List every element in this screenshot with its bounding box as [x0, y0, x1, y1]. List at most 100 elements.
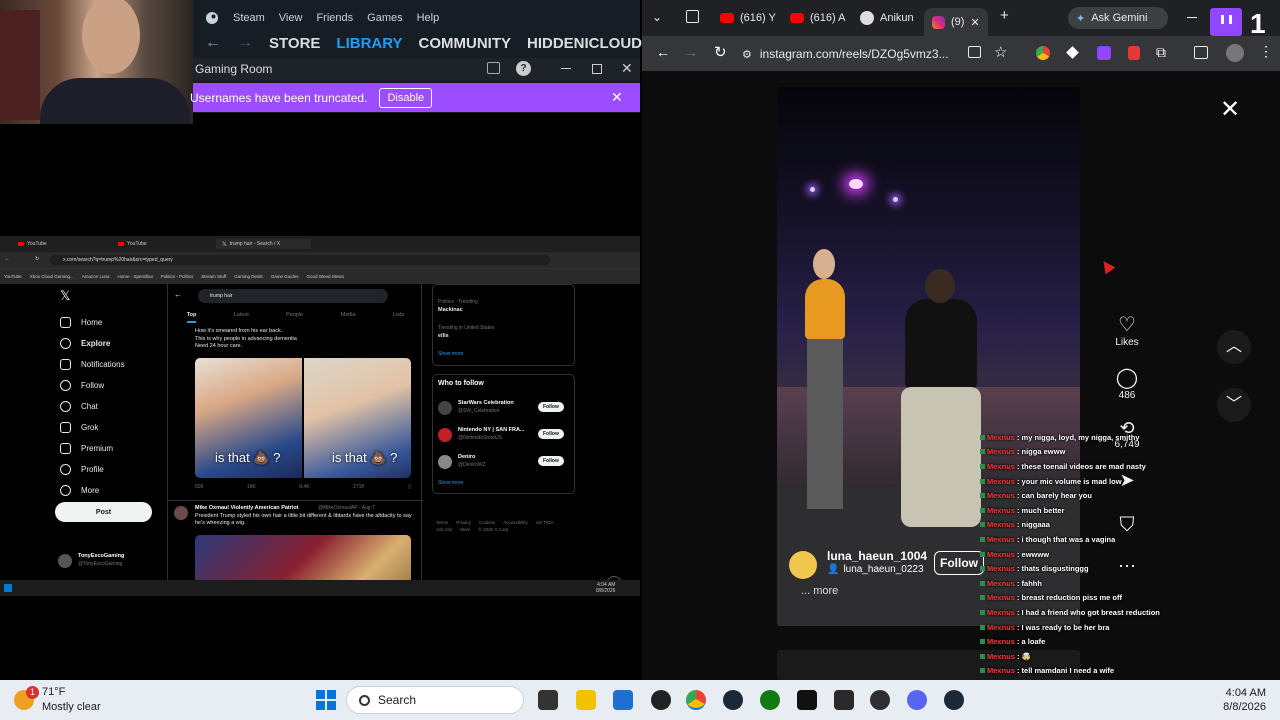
tab-latest[interactable]: Latest — [234, 312, 249, 323]
next-reel-icon[interactable]: ﹀ — [1217, 388, 1251, 422]
follow-button[interactable]: Follow — [538, 456, 564, 466]
x-nav-home[interactable]: Home — [50, 312, 165, 333]
suggestion-row[interactable]: StarWars Celebration @SW_Celebration Fol… — [438, 399, 568, 417]
windows-start-icon[interactable] — [316, 690, 336, 710]
close-icon[interactable]: ✕ — [621, 60, 633, 77]
forward-arrow-icon[interactable]: → — [237, 34, 253, 52]
retweet-count[interactable]: 16K — [247, 484, 256, 490]
bookmark-item[interactable]: Politics - Politics — [161, 274, 194, 279]
steam-nav-store[interactable]: STORE — [269, 35, 320, 52]
extension-twitch-icon[interactable] — [1097, 46, 1111, 60]
chrome-tab-instagram[interactable]: (9) ✕ — [924, 8, 988, 36]
x-nav-more[interactable]: More — [50, 480, 165, 501]
bookmark-item[interactable]: YouTube — [4, 274, 22, 279]
tab-media[interactable]: Media — [341, 312, 356, 323]
x-back-icon[interactable]: ← — [174, 290, 182, 299]
tweet-2-image[interactable] — [195, 535, 411, 583]
bookmark-item[interactable]: Gaming Deals — [234, 274, 263, 279]
tab-close-icon[interactable]: ✕ — [970, 16, 979, 29]
minimize-icon[interactable] — [1187, 17, 1197, 18]
chrome-tab-youtube-1[interactable]: (616) Y — [720, 8, 776, 28]
reel-username[interactable]: luna_haeun_1004 — [827, 549, 927, 563]
profile-avatar[interactable] — [1226, 44, 1244, 62]
footer-link[interactable]: Privacy — [456, 520, 471, 525]
ask-gemini-button[interactable]: ✦ Ask Gemini — [1068, 7, 1168, 29]
x-nav-chat[interactable]: Chat — [50, 396, 165, 417]
tweet-2[interactable]: Mike Oxmaul Violently American Patriot @… — [168, 500, 423, 583]
like-button[interactable]: ♡ Likes — [1102, 312, 1152, 348]
close-reel-icon[interactable]: ✕ — [1220, 95, 1240, 124]
forward-arrow-icon[interactable]: → — [684, 44, 698, 60]
x-nav-follow[interactable]: Follow — [50, 375, 165, 396]
tab-people[interactable]: People — [286, 312, 303, 323]
footer-link[interactable]: Accessibility — [503, 520, 528, 525]
steam-nav-community[interactable]: COMMUNITY — [419, 35, 512, 52]
taskbar-search[interactable]: Search — [346, 686, 524, 714]
steam-2-icon[interactable] — [944, 690, 964, 710]
mini-reload-icon[interactable]: ↻ — [35, 256, 39, 262]
mini-start-icon[interactable] — [4, 584, 12, 592]
chrome-tab-youtube-2[interactable]: (616) A — [790, 8, 845, 28]
window-icon[interactable] — [487, 62, 500, 74]
mini-back-icon[interactable]: ← — [5, 256, 10, 262]
mini-tab-x-search[interactable]: 𝕏trump hair - Search / X — [216, 239, 311, 249]
x-nav-premium[interactable]: Premium — [50, 438, 165, 459]
system-clock[interactable]: 4:04 AM 8/8/2026 — [1190, 686, 1266, 714]
steam-menu-view[interactable]: View — [279, 12, 303, 24]
epic-games-icon[interactable] — [834, 690, 854, 710]
follow-button[interactable]: Follow — [538, 429, 564, 439]
x-logo-icon[interactable]: 𝕏 — [60, 288, 165, 304]
post-button[interactable]: Post — [55, 502, 152, 522]
chrome-tab-anikun[interactable]: Anikun — [860, 8, 914, 28]
x-nav-profile[interactable]: Profile — [50, 459, 165, 480]
steam-menu-friends[interactable]: Friends — [316, 12, 353, 24]
previous-reel-icon[interactable]: ︿ — [1217, 330, 1251, 364]
extensions-puzzle-icon[interactable]: ⧉ — [1156, 44, 1166, 61]
x-nav-grok[interactable]: Grok — [50, 417, 165, 438]
discord-icon[interactable] — [907, 690, 927, 710]
show-more-link[interactable]: Show more — [438, 480, 463, 486]
footer-link[interactable]: Cookies — [479, 520, 495, 525]
tagged-user[interactable]: 👤 luna_haeun_0223 — [827, 564, 924, 575]
footer-link[interactable]: Terms — [436, 520, 448, 525]
help-icon[interactable]: ? — [516, 61, 531, 76]
file-explorer-icon[interactable] — [576, 690, 596, 710]
tab-menu-icon[interactable]: ⌄ — [652, 10, 662, 24]
obs-icon[interactable] — [870, 690, 890, 710]
steam-logo-icon[interactable] — [205, 11, 219, 25]
minimize-icon[interactable] — [561, 68, 571, 69]
reply-count[interactable]: 609 — [195, 484, 203, 490]
show-more-link[interactable]: Show more — [438, 351, 463, 357]
tab-lists[interactable]: Lists — [393, 312, 404, 323]
7zip-icon[interactable] — [797, 690, 817, 710]
tab-top[interactable]: Top — [186, 312, 197, 323]
bookmark-item[interactable]: Good Weed Stews — [307, 274, 344, 279]
suggestion-row[interactable]: Nintendo NY | SAN FRA... @NintendoStoreU… — [438, 426, 568, 444]
view-count[interactable]: 271K — [353, 484, 365, 490]
bookmark-item[interactable]: Stream Stuff — [201, 274, 226, 279]
steam-menu-steam[interactable]: Steam — [233, 12, 265, 24]
steam-icon[interactable] — [723, 690, 743, 710]
pinned-tab-icon[interactable] — [686, 10, 699, 23]
x-nav-notifications[interactable]: Notifications — [50, 354, 165, 375]
reel-follow-button[interactable]: Follow — [934, 551, 984, 575]
like-count[interactable]: 9.4K — [299, 484, 309, 490]
sidepanel-icon[interactable] — [1194, 46, 1208, 59]
x-search-input[interactable]: trump hair — [198, 289, 388, 303]
x-nav-explore[interactable]: Explore — [50, 333, 165, 354]
weather-widget[interactable]: 1 71°F Mostly clear — [14, 684, 144, 716]
footer-link[interactable]: Ads info — [436, 527, 452, 532]
banner-close-icon[interactable]: ✕ — [611, 89, 623, 106]
extension-chrome-icon[interactable] — [1036, 46, 1050, 60]
task-view-icon[interactable] — [538, 690, 558, 710]
bookmark-item[interactable]: Xbox Cloud Gaming... — [30, 274, 74, 279]
trend-item[interactable]: ellis — [438, 333, 449, 339]
reel-more-link[interactable]: ... more — [801, 585, 838, 597]
author-avatar[interactable] — [789, 551, 817, 579]
bookmark-star-icon[interactable]: ☆ — [994, 43, 1007, 61]
bookmark-item[interactable]: Game Guides — [271, 274, 299, 279]
chrome-menu-icon[interactable]: ⋮ — [1259, 43, 1273, 60]
tweet-1-image[interactable]: is that 💩 ? is that 💩 ? — [195, 358, 411, 478]
bookmark-icon[interactable]: ▯ — [408, 484, 411, 490]
install-icon[interactable] — [968, 46, 981, 58]
